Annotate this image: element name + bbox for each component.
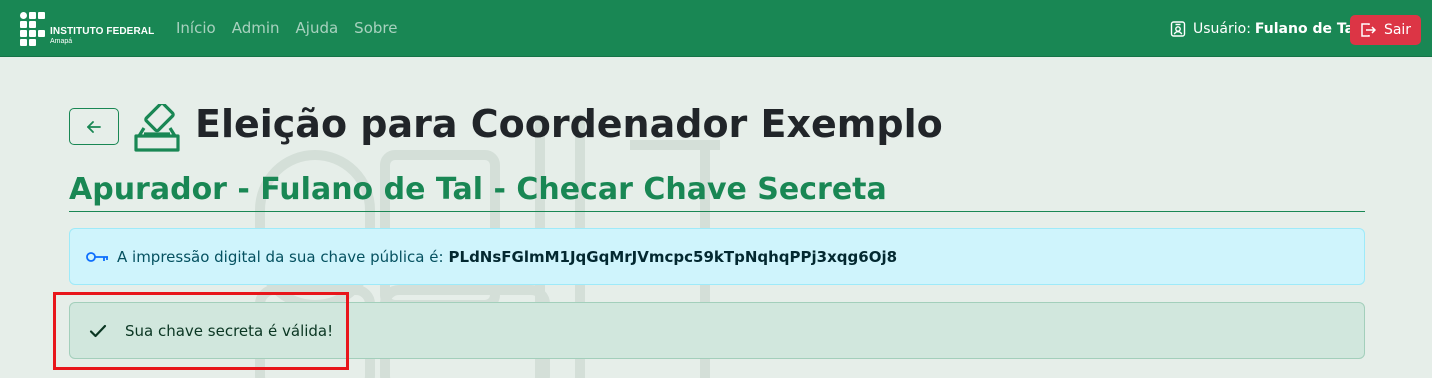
box-arrow-right-icon [1361, 23, 1376, 37]
fingerprint-alert: A impressão digital da sua chave pública… [69, 228, 1365, 285]
user-info: Usuário: Fulano de Tal [1170, 20, 1359, 37]
nav-link-sobre[interactable]: Sobre [354, 19, 397, 37]
if-grid-logo-icon [20, 12, 46, 46]
page-title: Eleição para Coordenador Exemplo [195, 102, 943, 146]
arrow-left-icon [87, 120, 101, 133]
success-message: Sua chave secreta é válida! [125, 321, 334, 340]
success-alert: Sua chave secreta é válida! [69, 302, 1365, 359]
key-icon [86, 251, 108, 262]
page-subtitle: Apurador - Fulano de Tal - Checar Chave … [69, 172, 887, 207]
ballot-box-icon [134, 104, 180, 152]
nav-links: Início Admin Ajuda Sobre [176, 19, 397, 37]
fingerprint-label: A impressão digital da sua chave pública… [117, 247, 444, 266]
nav-link-inicio[interactable]: Início [176, 19, 216, 37]
fingerprint-value: PLdNsFGlmM1JqGqMrJVmcpc59kTpNqhqPPj3xqg6… [448, 247, 898, 266]
logout-button[interactable]: Sair [1350, 15, 1421, 45]
logout-label: Sair [1383, 22, 1412, 38]
brand-title: INSTITUTO FEDERAL [50, 26, 155, 37]
brand-subtitle: Amapá [50, 38, 73, 45]
nav-link-ajuda[interactable]: Ajuda [296, 19, 339, 37]
user-name: Fulano de Tal [1254, 20, 1359, 37]
check-icon [89, 324, 107, 337]
navbar: INSTITUTO FEDERAL Amapá Início Admin Aju… [0, 0, 1432, 57]
brand-logo[interactable]: INSTITUTO FEDERAL Amapá [20, 12, 154, 46]
subtitle-divider [69, 211, 1365, 212]
nav-link-admin[interactable]: Admin [232, 19, 280, 37]
person-badge-icon [1170, 21, 1186, 37]
user-label: Usuário: [1193, 20, 1251, 37]
back-button[interactable] [69, 108, 119, 145]
